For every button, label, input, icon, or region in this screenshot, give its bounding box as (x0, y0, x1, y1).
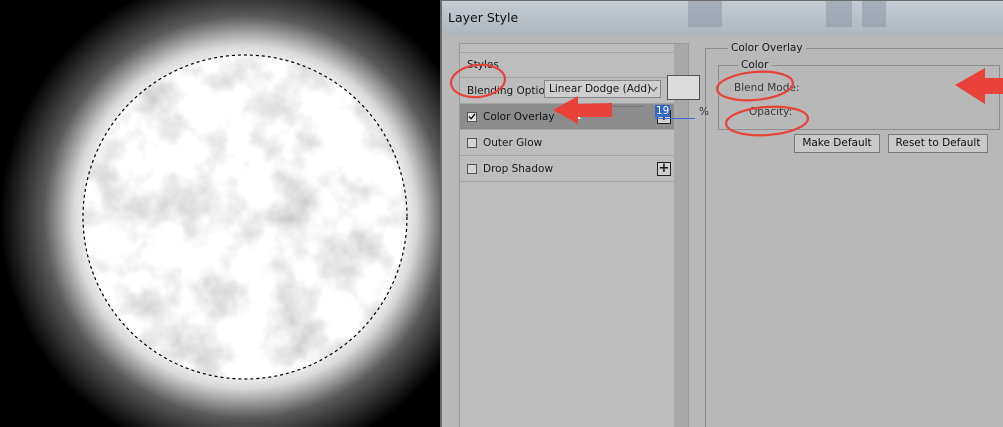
overlay-color-swatch[interactable] (667, 75, 700, 100)
checkmark-icon (468, 113, 476, 120)
opacity-slider-thumb[interactable] (569, 111, 582, 119)
opacity-input[interactable]: 19 (655, 105, 695, 119)
styles-list-label: Color Overlay (483, 110, 555, 123)
outer-glow-checkbox[interactable] (467, 137, 477, 148)
color-group-title: Color (738, 59, 772, 71)
styles-list-item-drop-shadow[interactable]: Drop Shadow + (460, 156, 676, 182)
opacity-slider-track[interactable] (559, 106, 644, 109)
styles-list-label: Styles (467, 59, 499, 71)
dialog-title: Layer Style (448, 10, 519, 25)
color-group: Color (718, 59, 1000, 130)
make-default-button[interactable]: Make Default (794, 134, 880, 153)
layer-style-dialog: Layer Style Styles Blending Options Colo… (440, 0, 1003, 427)
styles-list-label: Drop Shadow (483, 162, 554, 175)
color-overlay-group-title: Color Overlay (728, 42, 806, 54)
styles-list-label: Outer Glow (483, 136, 543, 149)
document-canvas[interactable] (0, 0, 440, 427)
color-overlay-checkbox[interactable] (467, 111, 477, 122)
blend-mode-value: Linear Dodge (Add) (549, 83, 652, 95)
styles-list-panel: Styles Blending Options Color Overlay + … (459, 43, 689, 427)
blend-mode-select[interactable]: Linear Dodge (Add) (544, 80, 661, 98)
styles-list-item-styles[interactable]: Styles (460, 52, 676, 78)
chevron-down-icon (649, 82, 658, 99)
dialog-body: Styles Blending Options Color Overlay + … (448, 35, 1003, 427)
dialog-titlebar[interactable]: Layer Style (442, 1, 1003, 35)
reset-to-default-button[interactable]: Reset to Default (888, 134, 988, 153)
plus-icon[interactable]: + (657, 162, 671, 176)
styles-list-item-outer-glow[interactable]: Outer Glow (460, 130, 676, 156)
opacity-unit: % (699, 106, 709, 118)
opacity-label: Opacity: (749, 106, 793, 118)
color-overlay-group: Color Overlay Color (705, 42, 1003, 427)
drop-shadow-checkbox[interactable] (467, 163, 477, 174)
blend-mode-label: Blend Mode: (734, 82, 800, 94)
moon-artwork (0, 0, 440, 427)
opacity-value: 19 (655, 105, 671, 117)
styles-list-scrollbar[interactable] (674, 44, 688, 427)
